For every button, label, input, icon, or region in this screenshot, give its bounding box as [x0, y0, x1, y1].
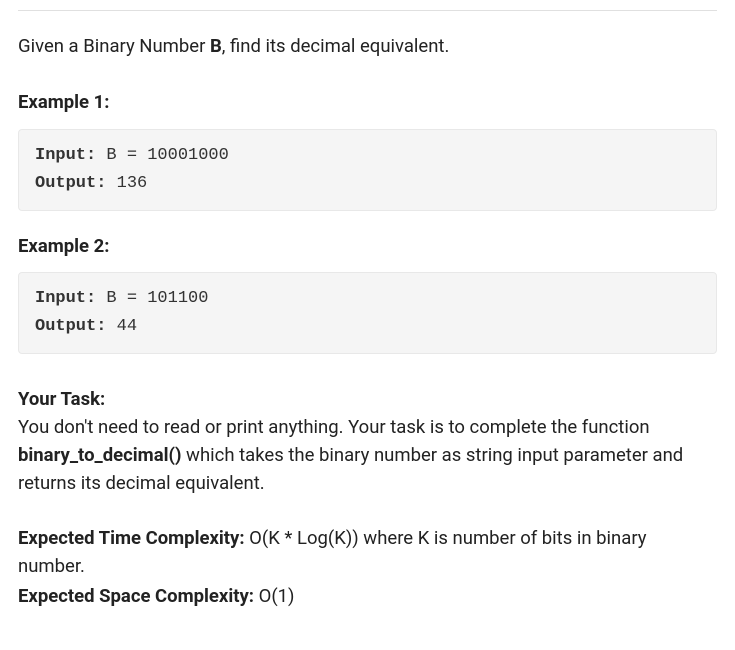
problem-content: Given a Binary Number B, find its decima…	[18, 10, 717, 611]
problem-intro: Given a Binary Number B, find its decima…	[18, 33, 717, 61]
task-text-before: You don't need to read or print anything…	[18, 416, 650, 438]
your-task-text: You don't need to read or print anything…	[18, 414, 717, 497]
space-complexity-line: Expected Space Complexity: O(1)	[18, 583, 717, 611]
time-complexity-label: Expected Time Complexity:	[18, 527, 245, 549]
example1-heading: Example 1:	[18, 89, 717, 117]
example2-output-line: Output: 44	[35, 313, 700, 341]
your-task-heading: Your Task:	[18, 386, 717, 414]
complexity-section: Expected Time Complexity: O(K * Log(K)) …	[18, 525, 717, 610]
space-complexity-label: Expected Space Complexity:	[18, 585, 254, 607]
task-func-name: binary_to_decimal()	[18, 444, 181, 466]
example2-input-label: Input:	[35, 289, 96, 308]
space-complexity-value: O(1)	[254, 585, 295, 607]
time-complexity-line: Expected Time Complexity: O(K * Log(K)) …	[18, 525, 717, 581]
example1-input-line: Input: B = 10001000	[35, 142, 700, 170]
example2-heading: Example 2:	[18, 233, 717, 261]
example1-output-value: 136	[106, 174, 147, 193]
intro-prefix: Given a Binary Number	[18, 35, 210, 57]
example2-output-value: 44	[106, 317, 137, 336]
intro-suffix: , find its decimal equivalent.	[222, 35, 450, 57]
example1-codeblock: Input: B = 10001000 Output: 136	[18, 129, 717, 211]
intro-bold: B	[210, 35, 222, 57]
example1-output-label: Output:	[35, 174, 106, 193]
your-task-section: Your Task: You don't need to read or pri…	[18, 386, 717, 497]
example2-input-line: Input: B = 101100	[35, 285, 700, 313]
example1-output-line: Output: 136	[35, 170, 700, 198]
example2-codeblock: Input: B = 101100 Output: 44	[18, 272, 717, 354]
example2-input-value: B = 101100	[96, 289, 208, 308]
example1-input-value: B = 10001000	[96, 146, 229, 165]
example1-input-label: Input:	[35, 146, 96, 165]
example2-output-label: Output:	[35, 317, 106, 336]
